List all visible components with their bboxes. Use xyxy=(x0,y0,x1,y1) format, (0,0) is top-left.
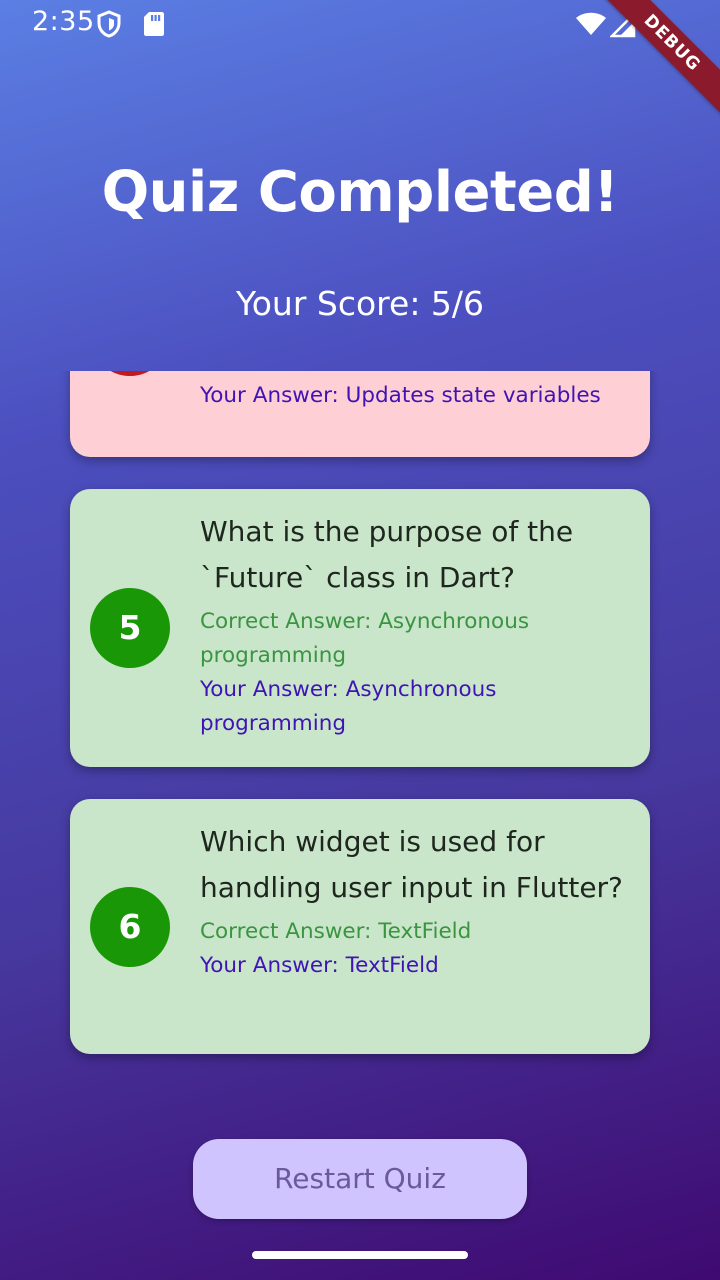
shield-icon xyxy=(96,10,122,43)
wifi-icon xyxy=(575,12,607,41)
result-number-badge: 6 xyxy=(90,887,170,967)
quiz-result-screen: 2:35 DEBUG Quiz Completed! Your Score: 5… xyxy=(0,0,720,1280)
result-card-4: 4 tree Your Answer: Updates state variab… xyxy=(70,371,650,457)
question-text: Which widget is used for handling user i… xyxy=(200,825,623,904)
results-list[interactable]: 4 tree Your Answer: Updates state variab… xyxy=(0,371,720,1100)
your-answer-text: Your Answer: Updates state variables xyxy=(200,383,601,408)
correct-answer-text: Correct Answer: Asynchronous programming xyxy=(200,609,530,668)
result-card-body: What is the purpose of the `Future` clas… xyxy=(200,509,630,741)
result-number-badge: 5 xyxy=(90,588,170,668)
result-card-body: Which widget is used for handling user i… xyxy=(200,819,630,983)
score-text: Your Score: 5/6 xyxy=(235,284,485,323)
result-card-6: 6 Which widget is used for handling user… xyxy=(70,799,650,1054)
result-card-body: tree Your Answer: Updates state variable… xyxy=(200,371,630,413)
result-card-5: 5 What is the purpose of the `Future` cl… xyxy=(70,489,650,767)
home-indicator[interactable] xyxy=(252,1251,468,1259)
sd-card-icon xyxy=(143,11,165,42)
status-bar: 2:35 xyxy=(0,0,720,48)
your-answer-text: Your Answer: Asynchronous programming xyxy=(200,677,497,736)
result-number-badge: 4 xyxy=(90,371,170,376)
correct-answer-text: Correct Answer: TextField xyxy=(200,919,472,944)
your-answer-text: Your Answer: TextField xyxy=(200,953,439,978)
page-title: Quiz Completed! xyxy=(101,160,619,225)
question-text: What is the purpose of the `Future` clas… xyxy=(200,515,574,594)
restart-quiz-button[interactable]: Restart Quiz xyxy=(193,1139,527,1219)
correct-answer-text: tree xyxy=(200,371,630,379)
status-time: 2:35 xyxy=(32,6,95,37)
